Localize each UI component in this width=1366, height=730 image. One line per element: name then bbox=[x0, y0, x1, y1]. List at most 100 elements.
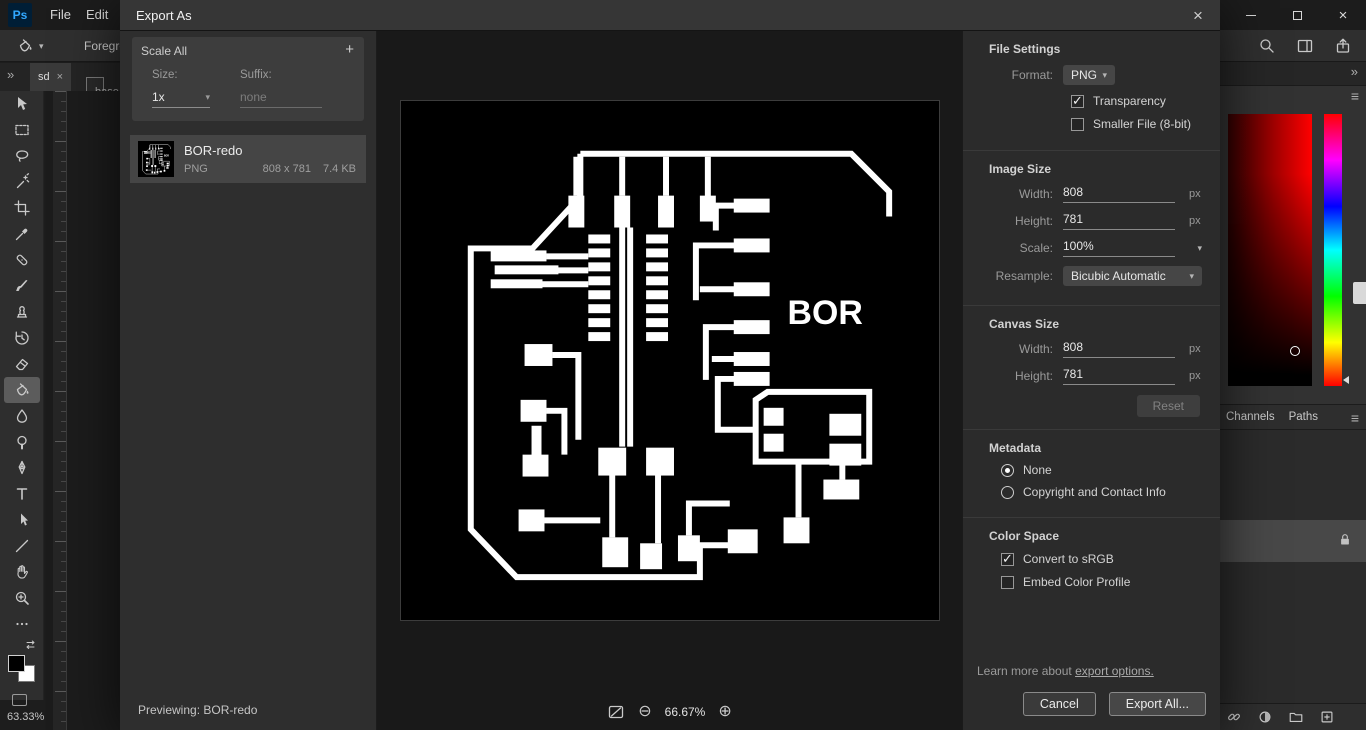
spot-healing-tool[interactable] bbox=[0, 247, 44, 273]
document-tab-sd[interactable]: sd × bbox=[30, 63, 72, 91]
export-list-column: Scale All + Size: Suffix: 1x ▾ none BOR-… bbox=[120, 31, 377, 730]
adjustment-layer-icon[interactable] bbox=[1257, 709, 1273, 725]
color-panel-menu-icon[interactable]: ≡ bbox=[1351, 88, 1359, 104]
export-all-button[interactable]: Export All... bbox=[1108, 692, 1206, 716]
brush-tool[interactable] bbox=[0, 273, 44, 299]
close-window-button[interactable]: × bbox=[1320, 0, 1366, 30]
zoom-in-button[interactable]: ⊕ bbox=[718, 704, 731, 720]
embed-profile-checkbox[interactable]: Embed Color Profile bbox=[1001, 575, 1202, 589]
cancel-button[interactable]: Cancel bbox=[1022, 692, 1096, 716]
workspace-layout-icon[interactable] bbox=[1296, 37, 1314, 55]
tab-paths[interactable]: Paths bbox=[1289, 411, 1318, 423]
smaller-file-checkbox[interactable]: Smaller File (8-bit) bbox=[1071, 117, 1202, 131]
line-tool[interactable] bbox=[0, 533, 44, 559]
color-picker-cursor[interactable] bbox=[1290, 346, 1300, 356]
export-preview-canvas[interactable] bbox=[400, 100, 940, 621]
eyedropper-tool[interactable] bbox=[0, 221, 44, 247]
tool-preset-dropdown[interactable]: ▾ bbox=[12, 36, 48, 56]
panel-menu-icon[interactable]: ≡ bbox=[1351, 410, 1359, 426]
tab-channels[interactable]: Channels bbox=[1226, 411, 1275, 423]
dialog-body: Scale All + Size: Suffix: 1x ▾ none BOR-… bbox=[120, 31, 1220, 730]
dialog-action-buttons: Cancel Export All... bbox=[963, 692, 1220, 730]
collapse-panels-chevrons[interactable]: » bbox=[1351, 64, 1358, 79]
reset-button[interactable]: Reset bbox=[1136, 395, 1200, 417]
format-value: PNG bbox=[1071, 68, 1098, 82]
format-dropdown[interactable]: PNG ▾ bbox=[1063, 65, 1115, 85]
clone-stamp-tool-icon bbox=[16, 306, 28, 318]
status-bar-zoom[interactable]: 63.33% bbox=[7, 711, 44, 723]
minimize-button[interactable] bbox=[1228, 0, 1274, 30]
new-layer-icon[interactable] bbox=[1319, 709, 1335, 725]
embed-profile-label: Embed Color Profile bbox=[1023, 575, 1131, 589]
checkbox-indicator bbox=[1001, 575, 1014, 589]
hue-slider[interactable] bbox=[1324, 114, 1342, 386]
history-brush-tool[interactable] bbox=[0, 325, 44, 351]
swap-colors-button[interactable] bbox=[0, 637, 44, 651]
dodge-tool[interactable] bbox=[0, 429, 44, 455]
export-file-item[interactable]: BOR-redo PNG 808 x 781 7.4 KB bbox=[130, 135, 366, 183]
scale-label: Scale: bbox=[1019, 241, 1053, 255]
crop-tool[interactable] bbox=[0, 195, 44, 221]
type-tool[interactable] bbox=[0, 481, 44, 507]
chevron-down-icon[interactable]: ▾ bbox=[1197, 243, 1202, 254]
scale-input[interactable]: 100% bbox=[1063, 239, 1175, 257]
size-dropdown[interactable]: 1x ▾ bbox=[152, 90, 210, 108]
foreground-color-swatch[interactable] bbox=[8, 655, 25, 672]
radio-indicator bbox=[1001, 485, 1014, 499]
canvas-width-input[interactable]: 808 bbox=[1063, 340, 1175, 358]
dialog-close-button[interactable]: × bbox=[1186, 4, 1210, 28]
tab-overflow-chevrons[interactable]: » bbox=[7, 67, 14, 82]
brush-tool-icon bbox=[16, 280, 28, 292]
file-format: PNG bbox=[184, 163, 208, 175]
lasso-tool[interactable] bbox=[0, 143, 44, 169]
fit-to-view-icon[interactable] bbox=[607, 703, 625, 721]
clone-stamp-tool[interactable] bbox=[0, 299, 44, 325]
preview-zoom-value[interactable]: 66.67% bbox=[665, 705, 706, 719]
path-selection-tool[interactable] bbox=[0, 507, 44, 533]
suffix-input[interactable]: none bbox=[240, 90, 322, 108]
image-height-input[interactable]: 781 bbox=[1063, 212, 1175, 230]
share-icon[interactable] bbox=[1334, 37, 1352, 55]
eraser-tool[interactable] bbox=[0, 351, 44, 377]
hand-tool[interactable] bbox=[0, 559, 44, 585]
pen-tool[interactable] bbox=[0, 455, 44, 481]
paint-bucket-tool[interactable] bbox=[4, 377, 40, 403]
zoom-out-button[interactable]: ⊖ bbox=[638, 704, 651, 720]
maximize-button[interactable] bbox=[1274, 0, 1320, 30]
scale-all-heading: Scale All bbox=[141, 44, 188, 58]
export-options-link[interactable]: export options. bbox=[1075, 664, 1154, 678]
move-tool[interactable] bbox=[0, 91, 44, 117]
convert-srgb-checkbox[interactable]: Convert to sRGB bbox=[1001, 551, 1202, 567]
link-layers-icon[interactable] bbox=[1226, 709, 1242, 725]
vertical-ruler bbox=[53, 91, 67, 730]
hue-slider-handle[interactable] bbox=[1343, 376, 1349, 384]
convert-srgb-label: Convert to sRGB bbox=[1023, 552, 1114, 566]
search-icon[interactable] bbox=[1258, 37, 1276, 55]
rectangular-marquee-tool[interactable] bbox=[0, 117, 44, 143]
line-tool-icon bbox=[15, 539, 29, 553]
layer-group-icon[interactable] bbox=[1288, 709, 1304, 725]
quick-selection-tool-icon bbox=[16, 173, 30, 189]
background-layer-row[interactable] bbox=[1220, 520, 1366, 562]
menu-edit[interactable]: Edit bbox=[80, 0, 114, 30]
quick-selection-tool[interactable] bbox=[0, 169, 44, 195]
metadata-radio-copyright[interactable]: Copyright and Contact Info bbox=[1001, 485, 1202, 499]
image-width-input[interactable]: 808 bbox=[1063, 185, 1175, 203]
canvas-height-input[interactable]: 781 bbox=[1063, 367, 1175, 385]
metadata-radio-none[interactable]: None bbox=[1001, 463, 1202, 477]
panel-edge-tab[interactable] bbox=[1353, 282, 1366, 304]
zoom-tool[interactable] bbox=[0, 585, 44, 611]
file-thumbnail bbox=[138, 141, 174, 177]
add-scale-button[interactable]: + bbox=[345, 41, 354, 58]
screen-mode-icon[interactable] bbox=[12, 694, 27, 706]
canvas-size-heading: Canvas Size bbox=[989, 317, 1060, 331]
menu-file[interactable]: File bbox=[44, 0, 77, 30]
resample-dropdown[interactable]: Bicubic Automatic ▾ bbox=[1063, 266, 1202, 286]
more-tools-button[interactable] bbox=[0, 611, 44, 637]
file-settings-heading: File Settings bbox=[989, 42, 1061, 56]
blur-tool[interactable] bbox=[0, 403, 44, 429]
color-saturation-square[interactable] bbox=[1228, 114, 1312, 386]
tab-close-icon[interactable]: × bbox=[57, 71, 63, 83]
dialog-title-bar: Export As × bbox=[120, 0, 1220, 31]
transparency-checkbox[interactable]: Transparency bbox=[1071, 93, 1202, 109]
